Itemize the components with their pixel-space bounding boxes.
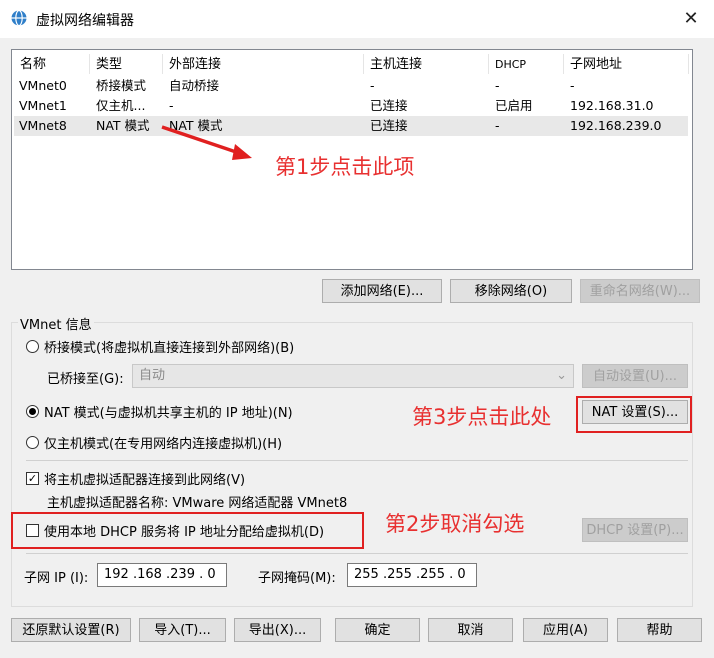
cell-name: VMnet1 bbox=[19, 98, 67, 113]
cell-external: 自动桥接 bbox=[169, 78, 220, 93]
cell-host: 已连接 bbox=[370, 118, 408, 133]
cell-type: 桥接模式 bbox=[96, 78, 147, 93]
column-header-external[interactable]: 外部连接 bbox=[169, 55, 221, 75]
vmnet-info-label: VMnet 信息 bbox=[18, 314, 94, 333]
restore-defaults-button[interactable]: 还原默认设置(R) bbox=[11, 618, 131, 642]
divider bbox=[26, 553, 688, 554]
cell-host: - bbox=[370, 78, 375, 93]
cell-name: VMnet8 bbox=[19, 118, 67, 133]
cell-type: 仅主机... bbox=[96, 98, 146, 113]
cancel-button[interactable]: 取消 bbox=[428, 618, 513, 642]
ok-button[interactable]: 确定 bbox=[335, 618, 420, 642]
auto-settings-button[interactable]: 自动设置(U)... bbox=[582, 364, 688, 388]
host-only-radio[interactable] bbox=[26, 436, 39, 449]
subnet-ip-label: 子网 IP (I): bbox=[24, 571, 89, 586]
cell-subnet: - bbox=[570, 78, 575, 93]
cell-dhcp: 已启用 bbox=[495, 98, 533, 113]
annotation-arrow-step1 bbox=[161, 125, 252, 160]
remove-network-button[interactable]: 移除网络(O) bbox=[450, 279, 572, 303]
divider bbox=[26, 460, 688, 461]
annotation-box-dhcp bbox=[11, 512, 364, 549]
connect-adapter-checkbox[interactable]: ✓ bbox=[26, 472, 39, 485]
bridged-to-value: 自动 bbox=[139, 368, 166, 383]
nat-mode-label[interactable]: NAT 模式(与虚拟机共享主机的 IP 地址)(N) bbox=[44, 402, 293, 421]
column-header-dhcp[interactable]: DHCP bbox=[495, 55, 526, 75]
bridged-to-label: 已桥接至(G): bbox=[47, 372, 124, 387]
bridge-mode-radio[interactable] bbox=[26, 340, 39, 353]
cell-name: VMnet0 bbox=[19, 78, 67, 93]
annotation-box-nat-settings bbox=[576, 396, 692, 433]
add-network-button[interactable]: 添加网络(E)... bbox=[322, 279, 442, 303]
dhcp-settings-button[interactable]: DHCP 设置(P)... bbox=[582, 518, 688, 542]
column-header-name[interactable]: 名称 bbox=[20, 55, 46, 75]
cell-subnet: 192.168.31.0 bbox=[570, 98, 654, 113]
network-globe-icon bbox=[11, 9, 27, 27]
export-button[interactable]: 导出(X)... bbox=[234, 618, 321, 642]
annotation-step1: 第1步点击此项 bbox=[275, 155, 415, 179]
bridged-to-select[interactable]: 自动 ⌄ bbox=[132, 364, 574, 388]
table-row-vmnet1[interactable]: VMnet1 仅主机... - 已连接 已启用 192.168.31.0 bbox=[14, 96, 688, 116]
import-button[interactable]: 导入(T)... bbox=[139, 618, 226, 642]
nat-mode-radio[interactable] bbox=[26, 405, 39, 418]
host-only-label[interactable]: 仅主机模式(在专用网络内连接虚拟机)(H) bbox=[44, 433, 282, 452]
annotation-step2: 第2步取消勾选 bbox=[385, 512, 525, 536]
column-header-subnet[interactable]: 子网地址 bbox=[570, 55, 622, 75]
annotation-step3: 第3步点击此处 bbox=[412, 405, 552, 429]
help-button[interactable]: 帮助 bbox=[617, 618, 702, 642]
cell-dhcp: - bbox=[495, 78, 500, 93]
close-icon[interactable]: ✕ bbox=[676, 6, 706, 32]
window-title: 虚拟网络编辑器 bbox=[36, 13, 134, 29]
cell-external: - bbox=[169, 98, 174, 113]
column-header-host[interactable]: 主机连接 bbox=[370, 55, 422, 75]
chevron-down-icon: ⌄ bbox=[556, 368, 567, 383]
cell-host: 已连接 bbox=[370, 98, 408, 113]
bridge-mode-label[interactable]: 桥接模式(将虚拟机直接连接到外部网络)(B) bbox=[44, 337, 294, 356]
table-row-vmnet0[interactable]: VMnet0 桥接模式 自动桥接 - - - bbox=[14, 76, 688, 96]
apply-button[interactable]: 应用(A) bbox=[523, 618, 608, 642]
cell-type: NAT 模式 bbox=[96, 118, 150, 133]
column-header-type[interactable]: 类型 bbox=[96, 55, 122, 75]
subnet-mask-field[interactable]: 255 .255 .255 . 0 bbox=[347, 563, 477, 587]
rename-network-button[interactable]: 重命名网络(W)... bbox=[580, 279, 700, 303]
cell-dhcp: - bbox=[495, 118, 500, 133]
subnet-mask-label: 子网掩码(M): bbox=[258, 571, 336, 586]
table-row-vmnet8[interactable]: VMnet8 NAT 模式 NAT 模式 已连接 - 192.168.239.0 bbox=[14, 116, 688, 136]
adapter-name-label: 主机虚拟适配器名称: VMware 网络适配器 VMnet8 bbox=[47, 496, 348, 511]
cell-subnet: 192.168.239.0 bbox=[570, 118, 662, 133]
connect-adapter-label[interactable]: 将主机虚拟适配器连接到此网络(V) bbox=[44, 469, 245, 488]
subnet-ip-field[interactable]: 192 .168 .239 . 0 bbox=[97, 563, 227, 587]
